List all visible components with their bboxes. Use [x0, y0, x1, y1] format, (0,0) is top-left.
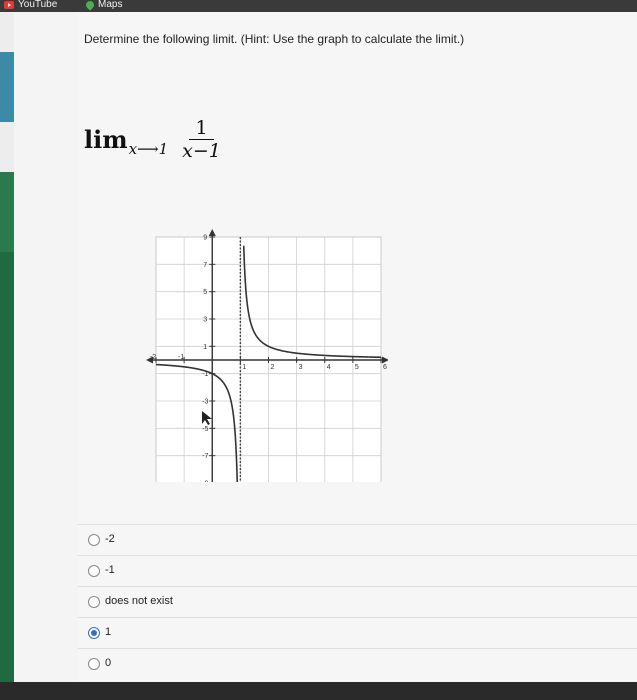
radio-button[interactable]	[88, 658, 100, 670]
y-tick-label: 7	[203, 262, 207, 269]
answer-label: does not exist	[105, 595, 173, 607]
limit-formula: lim x⟶1 1 x−1	[84, 114, 221, 164]
bookmark-maps-label: Maps	[98, 0, 123, 10]
question-content: Determine the following limit. (Hint: Us…	[78, 12, 637, 682]
radio-button[interactable]	[88, 534, 100, 546]
x-axis-arrow-right	[382, 356, 388, 364]
strip-segment	[0, 252, 14, 692]
answer-option[interactable]: -1	[78, 555, 637, 586]
y-axis-arrow-up	[208, 229, 216, 236]
x-tick-label: -2	[150, 354, 156, 361]
answer-option[interactable]: 0	[78, 648, 637, 679]
answer-option[interactable]: -2	[78, 524, 637, 555]
limit-lim: lim	[84, 124, 128, 154]
y-tick-label: 3	[203, 317, 207, 324]
limit-subscript: x⟶1	[128, 140, 169, 158]
x-tick-label: 1	[242, 364, 246, 371]
strip-segment	[0, 52, 14, 122]
function-graph: -2-112345697531-1-3-5-7-9	[146, 229, 388, 483]
radio-button[interactable]	[88, 565, 100, 577]
y-tick-label: 9	[203, 235, 207, 242]
y-tick-label: -9	[202, 481, 208, 483]
radio-button[interactable]	[88, 596, 100, 608]
answer-option[interactable]: does not exist	[78, 586, 637, 617]
bottom-bar	[0, 682, 637, 700]
strip-segment	[0, 172, 14, 252]
question-prompt: Determine the following limit. (Hint: Us…	[84, 32, 465, 46]
y-tick-label: -5	[202, 426, 208, 433]
fraction-denominator: x−1	[182, 139, 221, 162]
x-tick-label: 2	[271, 364, 275, 371]
y-tick-label: 1	[203, 344, 207, 351]
answer-label: -2	[105, 533, 115, 545]
answer-label: -1	[105, 564, 115, 576]
x-tick-label: 3	[299, 364, 303, 371]
quiz-panel: Determine the following limit. (Hint: Us…	[14, 12, 637, 682]
radio-button-selected[interactable]	[88, 627, 100, 639]
fraction-numerator: 1	[189, 117, 214, 140]
bookmark-youtube-label: YouTube	[18, 0, 58, 10]
y-tick-label: 5	[203, 289, 207, 296]
maps-icon	[84, 0, 96, 11]
x-tick-label: 6	[383, 364, 387, 371]
y-tick-label: -7	[202, 453, 208, 460]
answer-label: 0	[105, 657, 112, 669]
bookmark-maps[interactable]: Maps	[84, 0, 123, 11]
limit-fraction: 1 x−1	[182, 117, 221, 162]
bookmark-youtube[interactable]: YouTube	[4, 0, 57, 10]
left-window-strip	[0, 12, 14, 692]
y-tick-label: -3	[202, 399, 208, 406]
x-tick-label: 5	[355, 364, 359, 371]
x-tick-label: -1	[178, 354, 184, 361]
x-tick-label: 4	[327, 364, 331, 371]
answer-option[interactable]: 1	[78, 617, 637, 648]
answer-label: 1	[105, 626, 112, 638]
bookmarks-bar: YouTube Maps	[0, 0, 637, 12]
youtube-icon	[4, 0, 14, 9]
